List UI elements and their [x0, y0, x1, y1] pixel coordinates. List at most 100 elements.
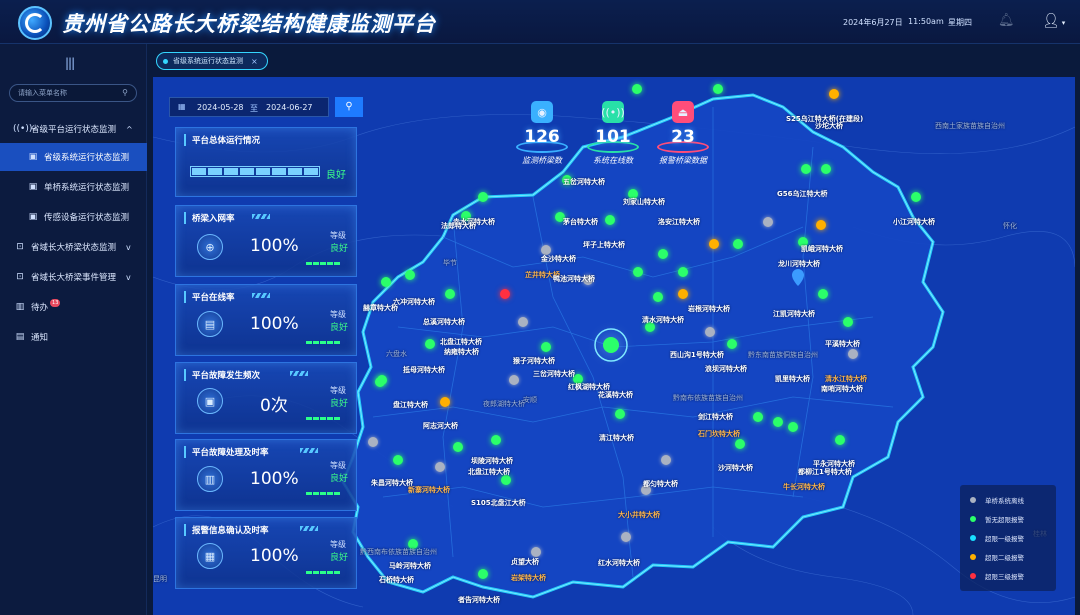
tab-provincial-system[interactable]: 省级系统运行状态监测 ×	[156, 52, 268, 70]
map-label: 六冲河特大桥	[393, 298, 435, 306]
end-date[interactable]: 2024-06-27	[266, 103, 313, 112]
grade-value: 良好	[330, 244, 349, 254]
bridge-marker[interactable]	[713, 84, 723, 94]
metric-panel-bridge-network-rate: 桥梁入网率 ⊕ 100% 等级 良好	[175, 205, 357, 277]
bridge-marker[interactable]	[518, 317, 528, 327]
legend-item: 单桥系统离线	[970, 495, 1024, 505]
map-label: 凯里特大桥	[775, 375, 810, 383]
map-label: 金沙特大桥	[541, 255, 576, 263]
map-label: 剑江特大桥	[698, 413, 733, 421]
bridge-marker[interactable]	[727, 339, 737, 349]
bridge-marker[interactable]	[491, 435, 501, 445]
bridge-marker[interactable]	[753, 412, 763, 422]
bridge-marker[interactable]	[405, 270, 415, 280]
menu-item-bridge-events[interactable]: ⊡ 省域长大桥梁事件管理 v	[0, 263, 147, 291]
map-label: 纳雍特大桥	[444, 348, 479, 356]
bridge-marker[interactable]	[678, 289, 688, 299]
bridge-marker[interactable]	[661, 455, 671, 465]
menu-item-single-bridge-system[interactable]: ▣ 单桥系统运行状态监测	[0, 173, 147, 201]
bridge-marker[interactable]	[435, 462, 445, 472]
bridge-marker[interactable]	[615, 409, 625, 419]
map-label: 江凯河特大桥	[773, 310, 815, 318]
bridge-marker[interactable]	[381, 277, 391, 287]
map-label: 茅台特大桥	[563, 218, 598, 226]
date-search-button[interactable]: ⚲	[335, 97, 363, 117]
bridge-marker[interactable]	[375, 377, 385, 387]
bridge-marker[interactable]	[658, 249, 668, 259]
bridge-marker[interactable]	[393, 455, 403, 465]
bridge-marker[interactable]	[829, 89, 839, 99]
grade-bars	[306, 492, 340, 495]
menu-search-input[interactable]	[18, 87, 118, 99]
bridge-marker[interactable]	[621, 532, 631, 542]
sidebar: ||| ⚲ ((•)) 省级平台运行状态监测 ^ ▣ 省级系统运行状态监测 ▣ …	[0, 44, 147, 615]
app-title: 贵州省公路长大桥梁结构健康监测平台	[62, 12, 436, 36]
start-date[interactable]: 2024-05-28	[197, 103, 244, 112]
map-label: 怀化	[1003, 222, 1017, 230]
bridge-marker[interactable]	[816, 220, 826, 230]
bridge-marker[interactable]	[835, 435, 845, 445]
bridge-marker[interactable]	[500, 289, 510, 299]
menu-item-notice[interactable]: ▤ 通知	[0, 323, 147, 351]
bridge-marker[interactable]	[843, 317, 853, 327]
bridge-marker[interactable]	[478, 569, 488, 579]
menu-item-provincial-system[interactable]: ▣ 省级系统运行状态监测	[0, 143, 147, 171]
map-label: 西山沟1号特大桥	[670, 351, 724, 359]
bridge-marker[interactable]	[445, 289, 455, 299]
bridge-marker[interactable]	[735, 439, 745, 449]
overall-status-panel: 平台总体运行情况 良好	[175, 127, 357, 197]
grade-label: 等级	[330, 461, 346, 470]
bridge-marker[interactable]	[425, 339, 435, 349]
bridge-marker[interactable]	[788, 422, 798, 432]
menu-item-sensor-devices[interactable]: ▣ 传感设备运行状态监测	[0, 203, 147, 231]
signal-icon: ((•))	[601, 101, 625, 123]
monitor-badge-icon: ◉	[531, 101, 553, 123]
bridge-marker[interactable]	[733, 239, 743, 249]
bridge-marker[interactable]	[818, 289, 828, 299]
map-area[interactable]: 五岔河特大桥 刘家山特大桥 茅台特大桥 洛安江特大桥 赤水河特大桥 法郎特大桥 坪子上特大桥…	[153, 77, 1075, 615]
search-icon[interactable]: ⚲	[122, 88, 128, 97]
metric-value: 0次	[260, 396, 288, 416]
menu-item-todo[interactable]: ▥ 待办 13	[0, 293, 147, 321]
map-label: 牛长河特大桥	[783, 483, 825, 491]
map-label: 鸭池河特大桥	[553, 275, 595, 283]
map-label: 西南土家族苗族自治州	[935, 122, 1005, 130]
bridge-marker[interactable]	[633, 267, 643, 277]
bridge-marker[interactable]	[605, 215, 615, 225]
menu-collapse-icon[interactable]: |||	[65, 56, 75, 70]
bridge-marker[interactable]	[773, 417, 783, 427]
bridge-marker[interactable]	[509, 375, 519, 385]
bridge-marker[interactable]	[368, 437, 378, 447]
bridge-marker[interactable]	[632, 84, 642, 94]
bridge-marker[interactable]	[705, 327, 715, 337]
menu-item-bridge-status[interactable]: ⊡ 省域长大桥梁状态监测 v	[0, 233, 147, 261]
bridge-marker[interactable]	[801, 164, 811, 174]
bridge-marker[interactable]	[678, 267, 688, 277]
map-label: 坝陵河特大桥	[471, 457, 513, 465]
bridge-marker[interactable]	[653, 292, 663, 302]
bridge-marker[interactable]	[541, 342, 551, 352]
header-time: 11:50am	[908, 17, 944, 26]
bridge-marker[interactable]	[453, 442, 463, 452]
monitor-icon: ▣	[28, 212, 38, 222]
bridge-marker[interactable]	[763, 217, 773, 227]
bridge-marker[interactable]	[911, 192, 921, 202]
map-label: 石桥特大桥	[379, 576, 414, 584]
network-icon: ⊕	[197, 234, 223, 260]
bridge-marker[interactable]	[440, 397, 450, 407]
bridge-marker[interactable]	[531, 547, 541, 557]
date-range-picker[interactable]: ▦ 2024-05-28 至 2024-06-27	[169, 97, 329, 117]
map-label: 阿志河大桥	[423, 422, 458, 430]
bridge-marker[interactable]	[821, 164, 831, 174]
menu-item-platform-status[interactable]: ((•)) 省级平台运行状态监测 ^	[0, 115, 147, 143]
bell-icon[interactable]: 🔔︎	[998, 13, 1015, 29]
user-menu-button[interactable]: 👤︎ ▾	[1042, 13, 1065, 29]
stat-monitored-bridges: ◉ 126 监测桥梁数	[511, 101, 573, 166]
close-icon[interactable]: ×	[251, 57, 258, 66]
bridge-marker[interactable]	[478, 192, 488, 202]
map-label: 北盘江特大桥	[440, 338, 482, 346]
bridge-marker[interactable]	[709, 239, 719, 249]
clipboard-icon: ▥	[197, 466, 223, 492]
bridge-marker[interactable]	[848, 349, 858, 359]
panel-stripes	[252, 214, 270, 219]
